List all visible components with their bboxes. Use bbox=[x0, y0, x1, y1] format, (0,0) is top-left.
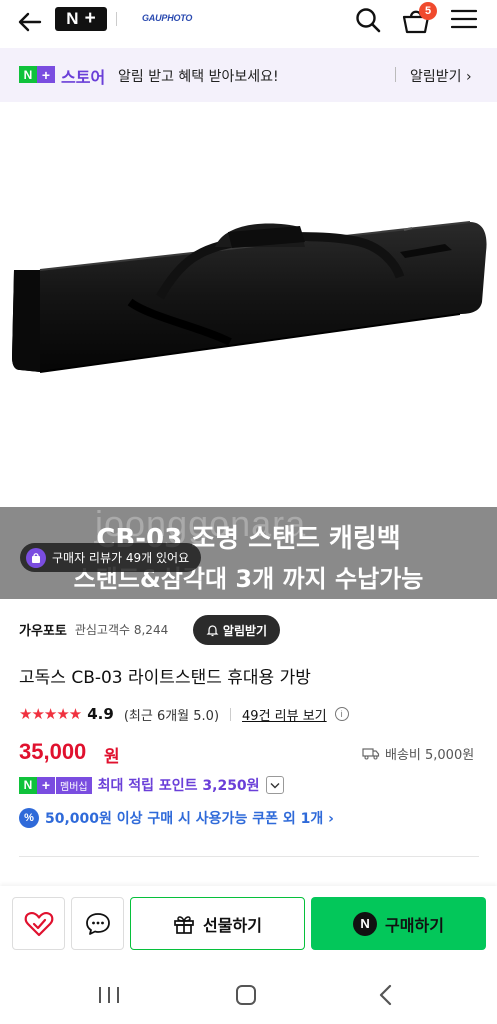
shipping-fee: 배송비 5,000원 bbox=[362, 744, 474, 763]
product-price: 35,000 bbox=[19, 739, 87, 764]
gift-button[interactable]: 선물하기 bbox=[130, 897, 305, 950]
section-divider bbox=[19, 856, 479, 857]
naver-plus-badge: N + bbox=[19, 776, 55, 794]
view-reviews-link[interactable]: 49건 리뷰 보기 bbox=[242, 705, 327, 724]
shipping-text: 배송비 5,000원 bbox=[385, 748, 475, 763]
system-navigation-bar bbox=[0, 964, 497, 1024]
system-back-icon[interactable] bbox=[378, 984, 394, 1006]
naver-plus-badge: N + bbox=[19, 66, 55, 83]
store-name[interactable]: 가우포토 bbox=[19, 620, 67, 639]
store-brand-logo[interactable]: GAUPHOTO bbox=[142, 13, 192, 23]
logo-n: N bbox=[66, 9, 79, 28]
hamburger-menu-icon[interactable] bbox=[451, 8, 477, 30]
price-unit: 원 bbox=[104, 747, 120, 767]
gift-label: 선물하기 bbox=[203, 915, 262, 935]
buy-button[interactable]: N 구매하기 bbox=[311, 897, 486, 950]
review-pill-text: 구매자 리뷰가 49개 있어요 bbox=[52, 551, 190, 565]
product-image[interactable] bbox=[0, 102, 497, 507]
store-info-row: 가우포토 관심고객수 8,244 bbox=[19, 613, 168, 645]
badge-plus: + bbox=[37, 66, 55, 83]
info-icon[interactable]: i bbox=[334, 707, 349, 721]
top-header: N + GAUPHOTO 5 bbox=[0, 0, 497, 44]
membership-label: 멤버십 bbox=[56, 776, 92, 794]
store-label: 스토어 bbox=[61, 68, 106, 87]
back-arrow-icon[interactable] bbox=[16, 8, 44, 36]
like-button[interactable] bbox=[12, 897, 65, 950]
logo-plus: + bbox=[84, 8, 96, 29]
store-followers: 관심고객수 8,244 bbox=[74, 622, 169, 637]
search-icon[interactable] bbox=[354, 6, 382, 34]
store-alarm-banner[interactable]: N + 스토어 알림 받고 혜택 받아보세요! 알림받기 › bbox=[0, 48, 497, 102]
coupon-row[interactable]: % 50,000원 이상 구매 시 사용가능 쿠폰 외 1개 › bbox=[19, 807, 334, 829]
naver-plus-logo[interactable]: N + bbox=[55, 7, 107, 31]
alarm-subscribe-link[interactable]: 알림받기 › bbox=[410, 66, 472, 86]
product-title: 고독스 CB-03 라이트스탠드 휴대용 가방 bbox=[19, 668, 311, 688]
store-alarm-button[interactable]: 알림받기 bbox=[193, 615, 280, 645]
coupon-text: 50,000원 이상 구매 시 사용가능 쿠폰 외 1개 › bbox=[45, 811, 334, 827]
rating-score: 4.9 bbox=[87, 705, 114, 723]
badge-n: N bbox=[19, 776, 37, 794]
rating-divider bbox=[230, 707, 232, 721]
rating-stars: ★★★★★ bbox=[19, 705, 82, 723]
buyer-review-pill[interactable]: 구매자 리뷰가 49개 있어요 bbox=[20, 543, 202, 572]
max-points-text: 최대 적립 포인트 3,250원 bbox=[97, 778, 260, 794]
truck-icon bbox=[362, 748, 380, 760]
alarm-message: 알림 받고 혜택 받아보세요! bbox=[118, 69, 279, 85]
badge-n: N bbox=[19, 66, 37, 83]
rating-row: ★★★★★ 4.9 (최근 6개월 5.0) 49건 리뷰 보기 i bbox=[19, 703, 349, 725]
badge-plus: + bbox=[37, 776, 55, 794]
recent-rating: (최근 6개월 5.0) bbox=[123, 708, 220, 724]
carrying-bag-image bbox=[12, 221, 487, 373]
membership-points-row[interactable]: N + 멤버십 최대 적립 포인트 3,250원 bbox=[19, 775, 284, 795]
bell-plus-icon bbox=[206, 624, 219, 636]
header-divider bbox=[116, 12, 117, 26]
bottom-action-bar: 선물하기 N 구매하기 bbox=[0, 886, 497, 964]
gift-icon bbox=[174, 915, 194, 934]
store-alarm-label: 알림받기 bbox=[222, 623, 268, 638]
talk-button[interactable] bbox=[71, 897, 124, 950]
naver-pay-n-icon: N bbox=[353, 911, 378, 936]
cart-count-badge: 5 bbox=[419, 2, 437, 20]
coupon-percent-icon: % bbox=[19, 808, 39, 828]
heart-icon bbox=[24, 911, 53, 936]
recent-apps-icon[interactable] bbox=[98, 986, 120, 1004]
home-icon[interactable] bbox=[236, 985, 256, 1005]
review-bag-icon bbox=[26, 547, 46, 568]
buy-label: 구매하기 bbox=[385, 915, 444, 935]
chat-bubble-icon bbox=[85, 912, 110, 935]
chevron-down-icon[interactable] bbox=[265, 776, 284, 794]
notice-divider bbox=[395, 67, 396, 82]
